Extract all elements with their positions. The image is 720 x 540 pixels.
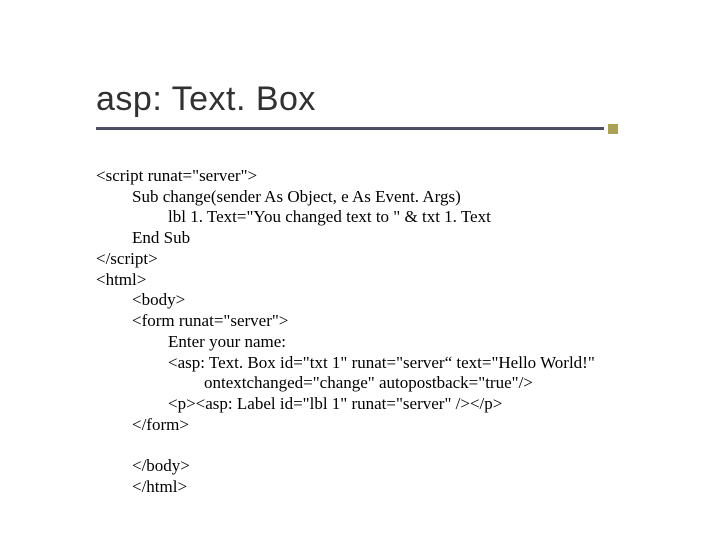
code-line: Sub change(sender As Object, e As Event.… bbox=[96, 187, 595, 208]
code-line: Enter your name: bbox=[96, 332, 595, 353]
title-block: asp: Text. Box bbox=[96, 80, 604, 130]
code-line: lbl 1. Text="You changed text to " & txt… bbox=[96, 207, 595, 228]
code-line: <asp: Text. Box id="txt 1" runat="server… bbox=[96, 353, 595, 374]
title-underline bbox=[96, 127, 604, 130]
code-line: </body> bbox=[96, 456, 595, 477]
slide-title: asp: Text. Box bbox=[96, 80, 604, 119]
title-accent-square bbox=[608, 124, 618, 134]
code-line: </form> bbox=[96, 415, 595, 436]
code-line: </html> bbox=[96, 477, 595, 498]
code-line: <p><asp: Label id="lbl 1" runat="server"… bbox=[96, 394, 595, 415]
code-line: <body> bbox=[96, 290, 595, 311]
code-line bbox=[96, 436, 595, 457]
code-line: <form runat="server"> bbox=[96, 311, 595, 332]
code-line: <html> bbox=[96, 270, 595, 291]
code-line: ontextchanged="change" autopostback="tru… bbox=[96, 373, 595, 394]
code-line: </script> bbox=[96, 249, 595, 270]
slide: asp: Text. Box <script runat="server"> S… bbox=[0, 0, 720, 540]
code-line: <script runat="server"> bbox=[96, 166, 595, 187]
code-line: End Sub bbox=[96, 228, 595, 249]
code-block: <script runat="server"> Sub change(sende… bbox=[96, 166, 595, 498]
